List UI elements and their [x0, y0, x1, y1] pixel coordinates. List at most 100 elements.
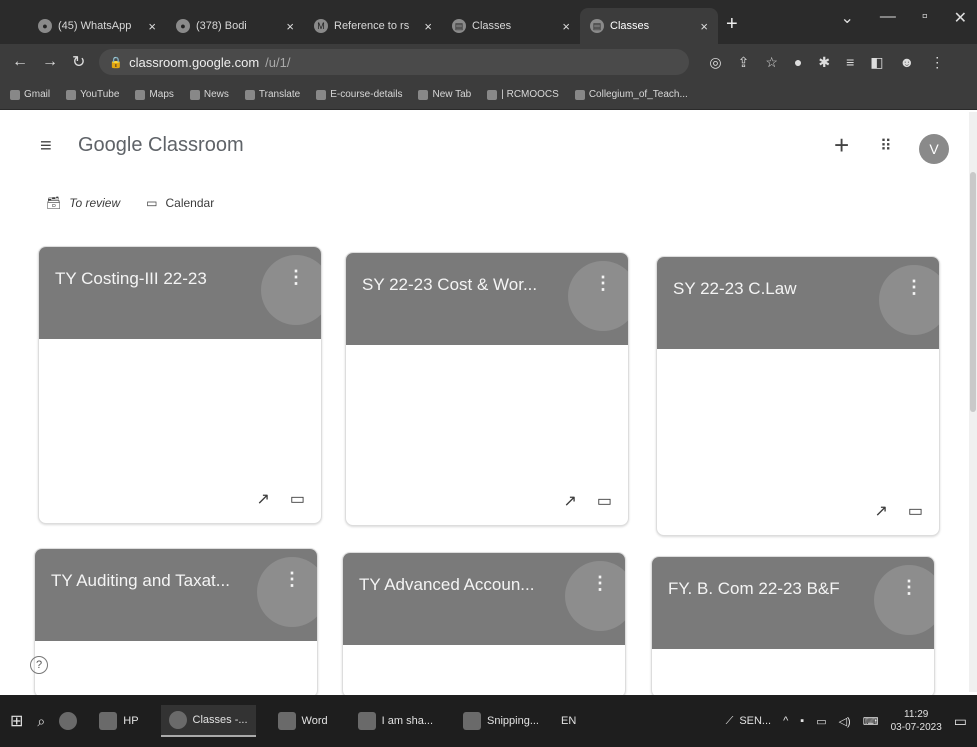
forward-arrow-icon[interactable]: → [42, 53, 58, 71]
folder-icon[interactable]: ▭ [908, 501, 923, 521]
bookmark-item[interactable]: Maps [135, 89, 174, 100]
chrome-icon [168, 711, 187, 729]
browser-tab[interactable]: ● (45) WhatsApp × [28, 8, 166, 44]
apps-grid-icon[interactable]: ⠿ [880, 136, 892, 156]
class-card[interactable]: FY. B. Com 22-23 B&F ⋮ [651, 556, 935, 698]
folder-icon[interactable]: ▭ [290, 489, 305, 509]
calendar-label: Calendar [165, 196, 215, 210]
class-title[interactable]: TY Costing-III 22-23 [55, 269, 275, 289]
rcmoocs-icon [487, 89, 498, 100]
reading-list-icon[interactable]: ≡ [846, 54, 854, 71]
calendar-link[interactable]: ▭ Calendar [146, 196, 214, 210]
app-title[interactable]: Google Classroom [78, 134, 244, 157]
class-banner[interactable]: TY Auditing and Taxat... ⋮ [35, 549, 317, 641]
close-icon[interactable]: × [700, 19, 708, 34]
chevron-down-icon[interactable]: ⌄ [841, 8, 854, 28]
taskbar-app-document[interactable]: I am sha... [350, 706, 441, 736]
google-lens-icon[interactable]: ◎ [709, 54, 721, 71]
trending-icon[interactable]: ↗ [256, 489, 269, 509]
class-card[interactable]: TY Costing-III 22-23 ⋮ ↗ ▭ [38, 246, 322, 524]
chevron-up-icon[interactable]: ^ [783, 715, 788, 727]
close-icon[interactable]: × [286, 19, 294, 34]
scrollbar[interactable] [969, 112, 977, 692]
taskbar-app-word[interactable]: Word [270, 706, 336, 736]
bookmark-item[interactable]: E-course-details [316, 89, 402, 100]
lock-icon: 🔒 [109, 56, 124, 69]
clock[interactable]: 11:29 03-07-2023 [891, 708, 942, 734]
class-card[interactable]: SY 22-23 Cost & Wor... ⋮ ↗ ▭ [345, 252, 629, 526]
bookmark-item[interactable]: Gmail [10, 89, 50, 100]
restore-icon[interactable]: ▫ [922, 8, 928, 28]
reload-icon[interactable]: ↻ [72, 52, 85, 72]
trending-icon[interactable]: ↗ [563, 491, 576, 511]
close-icon[interactable]: × [424, 19, 432, 34]
url-input[interactable]: 🔒 classroom.google.com/u/1/ [99, 49, 690, 75]
profile-icon[interactable]: ☻ [900, 54, 915, 71]
notification-icon[interactable]: ▭ [954, 713, 967, 730]
bookmark-item[interactable]: YouTube [66, 89, 119, 100]
back-arrow-icon[interactable]: ← [12, 53, 28, 71]
puzzle-icon[interactable]: ✱ [818, 54, 830, 71]
search-icon[interactable]: ⌕ [37, 713, 45, 730]
bookmark-item[interactable]: News [189, 89, 229, 100]
help-icon[interactable]: ? [30, 656, 48, 674]
more-options-icon[interactable]: ⋮ [900, 577, 918, 598]
class-card[interactable]: TY Advanced Accoun... ⋮ [342, 552, 626, 698]
bookmark-item[interactable]: New Tab [418, 89, 471, 100]
class-banner[interactable]: FY. B. Com 22-23 B&F ⋮ [652, 557, 934, 649]
class-banner[interactable]: TY Costing-III 22-23 ⋮ [39, 247, 321, 339]
more-options-icon[interactable]: ⋮ [283, 569, 301, 590]
more-options-icon[interactable]: ⋮ [591, 573, 609, 594]
class-title[interactable]: FY. B. Com 22-23 B&F [668, 579, 888, 599]
class-title[interactable]: SY 22-23 Cost & Wor... [362, 275, 582, 295]
bookmark-star-icon[interactable]: ☆ [765, 54, 778, 71]
trending-icon[interactable]: ↗ [874, 501, 887, 521]
browser-tab[interactable]: M Reference to rs × [304, 8, 442, 44]
browser-tab-active[interactable]: ▤ Classes × [580, 8, 718, 44]
side-panel-icon[interactable]: ◧ [870, 54, 883, 71]
to-review-link[interactable]: 🗃 To review [46, 196, 120, 210]
bookmark-item[interactable]: Translate [244, 89, 300, 100]
language-indicator[interactable]: EN [561, 715, 576, 727]
share-icon[interactable]: ⇪ [738, 54, 750, 71]
scrollbar-thumb[interactable] [970, 172, 976, 412]
minimize-icon[interactable]: — [880, 8, 896, 28]
create-join-class-button[interactable]: + [834, 132, 849, 158]
more-options-icon[interactable]: ⋮ [905, 277, 923, 298]
taskbar-app-hp[interactable]: HP [91, 706, 146, 736]
class-banner[interactable]: TY Advanced Accoun... ⋮ [343, 553, 625, 645]
taskbar-app-snipping[interactable]: Snipping... [455, 706, 547, 736]
cortana-icon[interactable] [59, 712, 78, 730]
network-icon[interactable]: ▪ [800, 715, 804, 727]
inbox-icon: 🗃 [46, 196, 62, 210]
extension-icon[interactable]: ● [794, 54, 802, 71]
hamburger-menu-icon[interactable]: ≡ [40, 135, 52, 158]
browser-tab[interactable]: ● (378) Bodi × [166, 8, 304, 44]
class-card[interactable]: SY 22-23 C.Law ⋮ ↗ ▭ [656, 256, 940, 536]
avatar[interactable]: V [919, 134, 949, 164]
bookmark-item[interactable]: | RCMOOCS [487, 89, 559, 100]
browser-tab[interactable]: ▤ Classes × [442, 8, 580, 44]
display-icon[interactable]: ▭ [816, 715, 826, 728]
menu-kebab-icon[interactable]: ⋮ [930, 54, 944, 71]
close-icon[interactable]: × [562, 19, 570, 34]
folder-icon[interactable]: ▭ [597, 491, 612, 511]
keyboard-icon[interactable]: ⌨ [863, 715, 879, 728]
class-card[interactable]: TY Auditing and Taxat... ⋮ [34, 548, 318, 698]
bookmark-item[interactable]: Collegium_of_Teach... [574, 89, 688, 100]
close-window-icon[interactable]: ✕ [954, 8, 967, 28]
class-title[interactable]: SY 22-23 C.Law [673, 279, 893, 299]
tab-icon: ● [176, 19, 190, 33]
taskbar-app-chrome[interactable]: Classes -... [160, 705, 256, 737]
stock-widget[interactable]: ⟋ SEN... [726, 715, 772, 728]
class-title[interactable]: TY Auditing and Taxat... [51, 571, 271, 591]
class-title[interactable]: TY Advanced Accoun... [359, 575, 579, 595]
class-banner[interactable]: SY 22-23 C.Law ⋮ [657, 257, 939, 349]
windows-start-icon[interactable]: ⊞ [10, 711, 23, 731]
class-banner[interactable]: SY 22-23 Cost & Wor... ⋮ [346, 253, 628, 345]
volume-icon[interactable]: ◁) [839, 715, 851, 728]
close-icon[interactable]: × [148, 19, 156, 34]
new-tab-button[interactable]: + [726, 13, 738, 36]
more-options-icon[interactable]: ⋮ [287, 267, 305, 288]
more-options-icon[interactable]: ⋮ [594, 273, 612, 294]
